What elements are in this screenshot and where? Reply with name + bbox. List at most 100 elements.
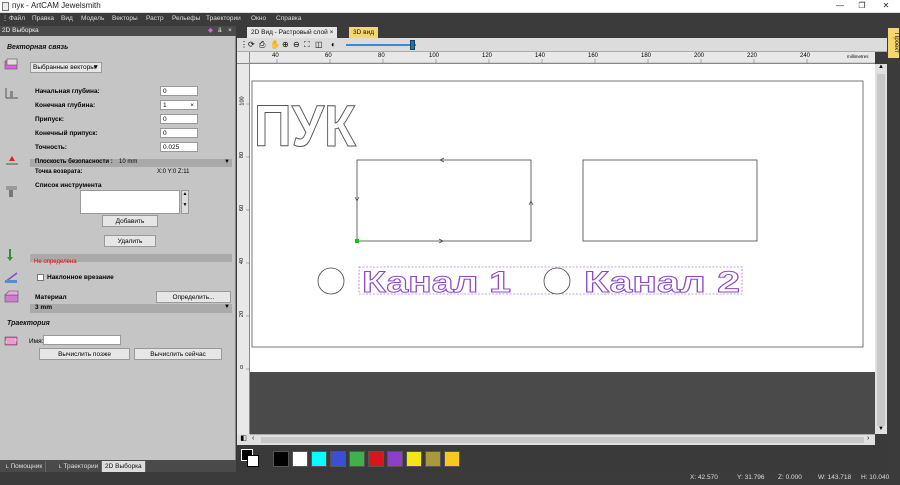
menu-window[interactable]: Окно [251, 15, 266, 22]
tab-assistant-label: Помощник [10, 463, 43, 470]
menu-edit[interactable]: Правка [32, 15, 54, 22]
menu-grip-icon: ⋮ [2, 16, 8, 22]
app-icon [2, 2, 9, 11]
horizontal-scrollbar[interactable]: ‹ › [250, 434, 875, 445]
tab-3d-view[interactable]: 3D вид [349, 27, 378, 38]
tool-list-scrollbar[interactable]: ▲ ▼ [181, 190, 189, 214]
scroll-up-icon[interactable]: ▲ [875, 64, 887, 70]
tab-assistant[interactable]: ʟ Помощник [3, 461, 47, 472]
clear-icon[interactable]: × [190, 101, 194, 110]
vertical-scrollbar[interactable]: ▲ ▼ [875, 64, 887, 434]
palette-swatch[interactable] [387, 451, 403, 467]
final-allowance-input[interactable]: 0 [160, 128, 198, 138]
document-tabs: 2D Вид - Растровый слой × 3D вид [237, 26, 887, 38]
drawing-canvas[interactable]: ПУК Канал 1 Канал 2 [250, 64, 875, 372]
palette-swatch[interactable] [406, 451, 422, 467]
tab-toolpaths[interactable]: ʟ Траектории [56, 461, 103, 472]
status-h: H: 10.040 [861, 474, 890, 481]
palette-swatch[interactable] [444, 451, 460, 467]
scroll-thumb[interactable] [877, 74, 885, 426]
expand-icon[interactable]: ▼ [224, 159, 230, 165]
add-tool-button[interactable]: Добавить [102, 215, 158, 227]
ruler-v-ticks [246, 103, 250, 370]
ruler-v-label: 0 [240, 365, 244, 371]
zoom-out-icon[interactable]: ⊖ [293, 40, 300, 49]
tab-2d-view[interactable]: 2D Вид - Растровый слой × [247, 27, 338, 38]
pin-icon[interactable]: ◆ [208, 26, 213, 36]
material-value-bar[interactable]: 3 mm ▼ [30, 304, 232, 313]
palette-swatch[interactable] [425, 451, 441, 467]
tab-toolpaths-label: Траектории [63, 463, 99, 470]
primary-secondary-color[interactable] [241, 449, 259, 467]
text-vector-channel2: Канал 2 [584, 266, 740, 299]
tool-list-label: Список инструмента [35, 182, 102, 189]
calculate-now-button[interactable]: Вычислить сейчас [134, 348, 222, 360]
scroll-thumb-h[interactable] [261, 437, 864, 443]
ruler-v-label: 100 [239, 96, 246, 106]
allowance-input[interactable]: 0 [160, 114, 198, 124]
delete-tool-button[interactable]: Удалить [104, 235, 156, 247]
menu-help[interactable]: Справка [276, 15, 302, 22]
scroll-down-icon[interactable]: ▼ [182, 202, 188, 208]
blend-slider-handle[interactable] [410, 40, 415, 50]
print-icon[interactable]: ⎙ [259, 40, 265, 50]
start-depth-label: Начальная глубина: [35, 88, 100, 95]
toolpath-name-input[interactable] [43, 335, 121, 345]
restore-button[interactable]: ❐ [852, 0, 872, 13]
palette-swatch[interactable] [368, 451, 384, 467]
scroll-up-icon[interactable]: ▲ [182, 191, 188, 197]
panel-header: 2D Выборка ◆ ä × [0, 26, 236, 36]
zoom-previous-icon[interactable]: ◫ [315, 40, 323, 49]
tab-2d-pocket[interactable]: 2D Выборка [102, 461, 146, 472]
start-depth-input[interactable]: 0 [160, 86, 198, 96]
pan-icon[interactable]: ✋ [270, 40, 280, 49]
status-w: W: 143.718 [818, 474, 852, 481]
menu-model[interactable]: Модель [81, 15, 104, 22]
panel-close-icon[interactable]: × [228, 26, 232, 36]
ruler-h-ticks [250, 59, 875, 64]
menu-toolpaths[interactable]: Траектории [206, 15, 241, 22]
project-tab[interactable]: Проект [888, 28, 899, 58]
redraw-icon[interactable]: ⟳ [248, 40, 255, 49]
palette-swatch[interactable] [292, 451, 308, 467]
scroll-left-icon[interactable]: ‹ [252, 435, 254, 442]
safe-plane-bar[interactable]: Плоскость безопасности : 10 mm ▼ [30, 159, 232, 167]
end-depth-input[interactable]: 1 × [160, 100, 198, 110]
menu-view[interactable]: Вид [61, 15, 73, 22]
close-button[interactable]: ✕ [876, 0, 896, 13]
scroll-corner-icon[interactable]: ◧ [237, 434, 250, 445]
vector-select-dropdown[interactable]: Выбранные векторы ▼ [30, 62, 102, 73]
blend-slider-track[interactable] [346, 44, 416, 46]
panel-float-icon[interactable]: ä [218, 26, 222, 36]
scroll-down-icon[interactable]: ▼ [875, 426, 887, 432]
tolerance-label: Точность: [35, 144, 67, 151]
calculate-later-button[interactable]: Вычислить позже [39, 348, 130, 360]
bottom-tabs: ʟ Помощник ʟ Траектории 2D Выборка [0, 460, 236, 472]
ruler-h-label: 80 [378, 53, 385, 59]
menu-reliefs[interactable]: Рельефы [172, 15, 200, 22]
expand-material-icon[interactable]: ▼ [224, 304, 230, 310]
define-material-button[interactable]: Определить... [156, 291, 231, 303]
ruler-v-label: 40 [239, 257, 246, 265]
ramp-checkbox[interactable] [37, 274, 44, 281]
toolbar-grip-icon: ⋮ [240, 40, 248, 49]
tool-list-box[interactable] [80, 190, 180, 214]
ruler-v-label: 80 [239, 151, 246, 159]
zoom-in-icon[interactable]: ⊕ [282, 40, 289, 49]
palette-swatch[interactable] [349, 451, 365, 467]
palette-swatch[interactable] [273, 451, 289, 467]
zoom-fit-icon[interactable]: ⛶ [304, 40, 310, 50]
menu-vectors[interactable]: Векторы [112, 15, 138, 22]
tolerance-input[interactable]: 0.025 [160, 142, 198, 152]
layer-icon[interactable]: ◐ [331, 40, 336, 49]
minimize-button[interactable]: — [830, 0, 850, 13]
menu-raster[interactable]: Растр [146, 15, 164, 22]
tool-icon [4, 184, 18, 197]
scroll-right-icon[interactable]: › [867, 435, 869, 442]
text-vector-channel1: Канал 1 [362, 266, 511, 299]
material-value: 3 mm [35, 304, 52, 311]
palette-swatch[interactable] [330, 451, 346, 467]
tab-close-icon[interactable]: × [330, 29, 334, 36]
palette-swatch[interactable] [311, 451, 327, 467]
menu-file[interactable]: Файл [9, 15, 25, 22]
